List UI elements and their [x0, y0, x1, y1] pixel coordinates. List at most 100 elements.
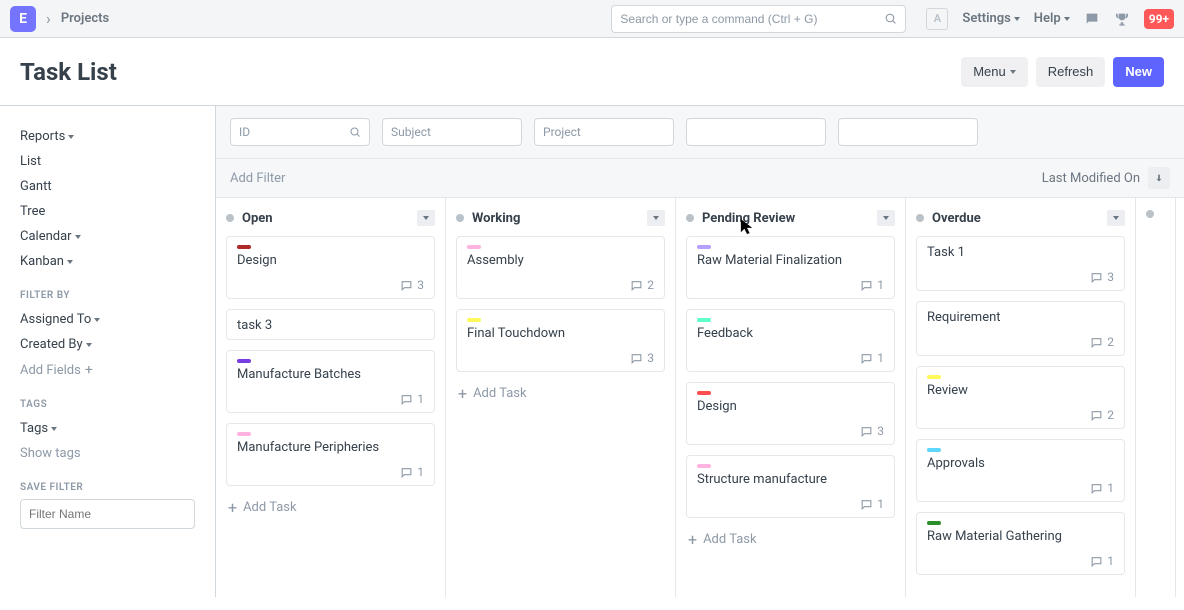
comment-count: 1 [1107, 554, 1114, 568]
filter-id-input[interactable]: ID [230, 118, 370, 146]
filter-subject-input[interactable]: Subject [382, 118, 522, 146]
comment-icon [1090, 555, 1103, 568]
global-search[interactable] [611, 5, 906, 33]
sort-field[interactable]: Last Modified On [1042, 171, 1140, 186]
search-input[interactable] [620, 12, 884, 26]
filter-created-by[interactable]: Created By [20, 332, 195, 357]
kanban-card[interactable]: Raw Material Finalization1 [686, 236, 895, 299]
sort-direction-button[interactable] [1148, 167, 1170, 189]
comment-count: 3 [1107, 270, 1114, 284]
tags-heading: TAGS [20, 399, 195, 410]
kanban-card[interactable]: Design 3 [686, 382, 895, 445]
card-footer: 3 [237, 278, 424, 292]
kanban-board: OpenDesign3task 3Manufacture Batches1Man… [216, 198, 1184, 597]
kanban-card[interactable]: Approvals1 [916, 439, 1125, 502]
card-footer: 3 [697, 424, 884, 438]
comment-count: 3 [417, 278, 424, 292]
card-footer: 2 [467, 278, 654, 292]
kanban-card[interactable]: Requirement2 [916, 301, 1125, 356]
card-title: Requirement [927, 310, 1114, 325]
comment-icon [400, 466, 413, 479]
filter-name-input[interactable] [20, 499, 195, 529]
filter-project-input[interactable]: Project [534, 118, 674, 146]
comment-count: 1 [877, 497, 884, 511]
column-menu-button[interactable] [417, 210, 435, 226]
comment-count: 1 [417, 465, 424, 479]
kanban-card[interactable]: Review2 [916, 366, 1125, 429]
comment-icon [400, 393, 413, 406]
card-tag [927, 448, 941, 452]
card-title: Structure manufacture [697, 472, 884, 487]
kanban-card[interactable]: Assembly2 [456, 236, 665, 299]
help-menu[interactable]: Help [1034, 11, 1070, 26]
kanban-card[interactable]: Manufacture Batches1 [226, 350, 435, 413]
kanban-card[interactable]: Manufacture Peripheries 1 [226, 423, 435, 486]
menu-button[interactable]: Menu [961, 57, 1028, 87]
kanban-card[interactable]: Feedback 1 [686, 309, 895, 372]
card-tag [697, 391, 711, 395]
kanban-column-pending-review: Pending ReviewRaw Material Finalization1… [676, 198, 906, 597]
comment-icon [1090, 336, 1103, 349]
card-title: Design [697, 399, 884, 414]
column-menu-button[interactable] [1107, 210, 1125, 226]
kanban-card[interactable]: Raw Material Gathering1 [916, 512, 1125, 575]
card-tag [237, 359, 251, 363]
comment-icon [400, 279, 413, 292]
kanban-card[interactable]: Structure manufacture 1 [686, 455, 895, 518]
left-sidebar: ReportsListGanttTreeCalendarKanban FILTE… [0, 106, 215, 597]
filter-empty-1[interactable] [686, 118, 826, 146]
sidebar-view-kanban[interactable]: Kanban [20, 249, 195, 274]
add-fields[interactable]: Add Fields+ [20, 357, 195, 383]
trophy-icon[interactable] [1114, 11, 1130, 27]
plus-icon: + [688, 534, 697, 546]
column-title: Overdue [932, 211, 981, 226]
comment-icon [860, 425, 873, 438]
user-avatar[interactable]: A [926, 8, 948, 30]
add-task-button[interactable]: +Add Task [456, 382, 665, 405]
card-title: Task 1 [927, 245, 1114, 260]
add-filter-link[interactable]: Add Filter [230, 171, 285, 186]
app-logo[interactable]: E [10, 6, 36, 32]
sidebar-view-calendar[interactable]: Calendar [20, 224, 195, 249]
settings-menu[interactable]: Settings [962, 11, 1019, 26]
breadcrumb-projects[interactable]: Projects [61, 11, 109, 26]
chat-icon[interactable] [1084, 11, 1100, 27]
filter-assigned-to[interactable]: Assigned To [20, 307, 195, 332]
card-title: Feedback [697, 326, 884, 341]
tags-dropdown[interactable]: Tags [20, 416, 195, 441]
arrow-down-icon [1154, 173, 1164, 183]
kanban-card[interactable]: task 3 [226, 309, 435, 340]
card-tag [467, 318, 481, 322]
kanban-card[interactable]: Design3 [226, 236, 435, 299]
comment-icon [630, 279, 643, 292]
filter-empty-2[interactable] [838, 118, 978, 146]
card-title: Approvals [927, 456, 1114, 471]
notification-badge[interactable]: 99+ [1144, 9, 1174, 29]
comment-icon [1090, 409, 1103, 422]
show-tags[interactable]: Show tags [20, 441, 195, 466]
breadcrumb-separator: › [46, 9, 51, 28]
column-menu-button[interactable] [647, 210, 665, 226]
card-footer: 2 [927, 408, 1114, 422]
sidebar-view-tree[interactable]: Tree [20, 199, 195, 224]
refresh-button[interactable]: Refresh [1036, 57, 1106, 87]
sidebar-view-reports[interactable]: Reports [20, 124, 195, 149]
kanban-column-open: OpenDesign3task 3Manufacture Batches1Man… [216, 198, 446, 597]
kanban-card[interactable]: Final Touchdown3 [456, 309, 665, 372]
sidebar-view-list[interactable]: List [20, 149, 195, 174]
card-tag [237, 245, 251, 249]
comment-count: 1 [877, 351, 884, 365]
add-task-button[interactable]: +Add Task [686, 528, 895, 551]
sidebar-view-gantt[interactable]: Gantt [20, 174, 195, 199]
kanban-card[interactable]: Task 1 3 [916, 236, 1125, 291]
page-title: Task List [20, 58, 117, 86]
new-button[interactable]: New [1113, 57, 1164, 87]
column-menu-button[interactable] [877, 210, 895, 226]
kanban-column-partial [1136, 198, 1176, 597]
add-task-button[interactable]: +Add Task [226, 496, 435, 519]
plus-icon: + [458, 388, 467, 400]
card-title: Manufacture Peripheries [237, 440, 424, 455]
card-footer: 3 [927, 270, 1114, 284]
card-tag [927, 521, 941, 525]
search-icon [884, 12, 897, 25]
